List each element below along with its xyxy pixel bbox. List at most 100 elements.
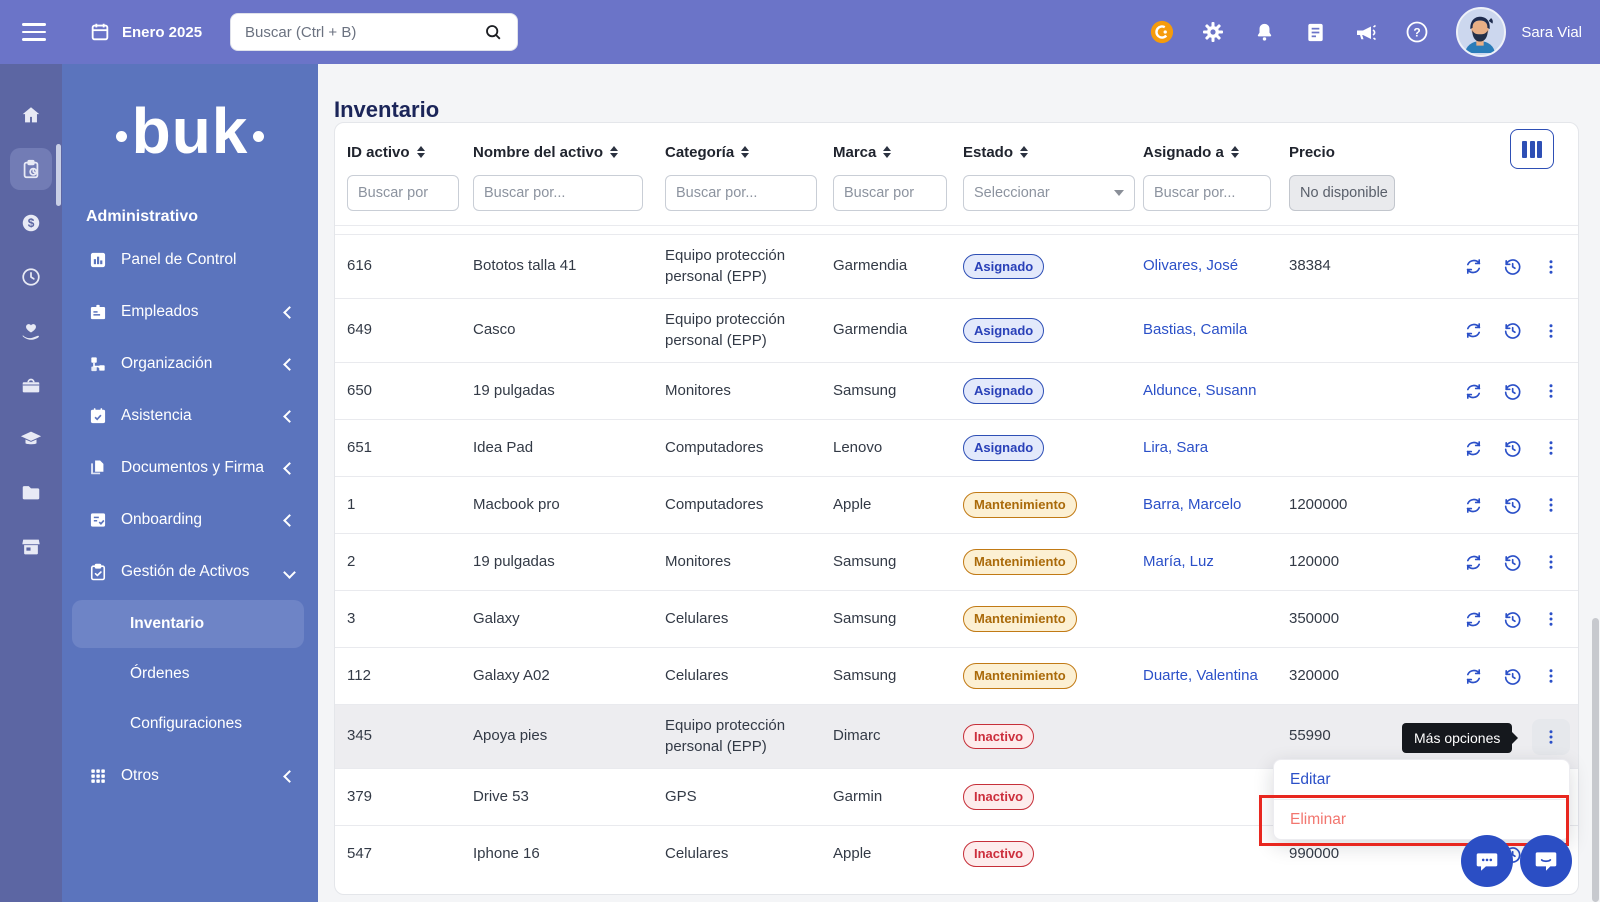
table-row: 1 Macbook pro Computadores Apple Mantenimien… <box>335 476 1578 533</box>
news-icon[interactable] <box>1303 20 1327 44</box>
announcements-icon[interactable] <box>1354 20 1378 44</box>
sort-icon[interactable] <box>741 145 750 159</box>
sidebar-item-empleados[interactable]: Empleados <box>62 286 318 338</box>
sidebar-item-asistencia[interactable]: Asistencia <box>62 390 318 442</box>
more-options-icon[interactable] <box>1540 726 1562 748</box>
documents-icon <box>88 458 108 478</box>
column-settings-button[interactable] <box>1510 129 1554 169</box>
files-folder-icon[interactable] <box>10 472 52 514</box>
payroll-dollar-icon[interactable]: $ <box>10 202 52 244</box>
column-header-label: Estado <box>963 143 1014 161</box>
whats-new-icon[interactable] <box>1150 20 1174 44</box>
period-selector[interactable]: Enero 2025 <box>88 20 202 44</box>
sidebar-item-label: Otros <box>121 767 159 785</box>
more-options-icon[interactable] <box>1540 665 1562 687</box>
history-icon[interactable] <box>1501 551 1523 573</box>
search-input[interactable] <box>243 22 482 42</box>
history-icon[interactable] <box>1501 665 1523 687</box>
wellness-hand-heart-icon[interactable] <box>10 310 52 352</box>
sidebar-item-documentos-y-firma[interactable]: Documentos y Firma <box>62 442 318 494</box>
home-icon[interactable] <box>10 94 52 136</box>
status-badge: Asignado <box>963 378 1045 404</box>
history-icon[interactable] <box>1501 380 1523 402</box>
sidebar-subitem-inventario[interactable]: Inventario <box>72 600 304 649</box>
sidebar-subitem-configuraciones[interactable]: Configuraciones <box>72 700 304 748</box>
filter-input-0[interactable] <box>347 175 459 211</box>
settings-icon[interactable] <box>1201 20 1225 44</box>
more-options-icon[interactable] <box>1540 437 1562 459</box>
sort-icon[interactable] <box>416 145 425 159</box>
help-icon[interactable]: ? <box>1405 20 1429 44</box>
notifications-icon[interactable] <box>1252 20 1276 44</box>
column-header-marca[interactable]: Marca <box>833 139 963 165</box>
filter-input-5[interactable] <box>1143 175 1271 211</box>
panel-icon <box>88 250 108 270</box>
reassign-icon[interactable] <box>1462 256 1484 278</box>
assignee-link[interactable]: Barra, Marcelo <box>1143 496 1241 513</box>
column-header-nombre-del-activo[interactable]: Nombre del activo <box>473 139 665 165</box>
column-header-categor-a[interactable]: Categoría <box>665 139 833 165</box>
sort-icon[interactable] <box>1230 145 1239 159</box>
reassign-icon[interactable] <box>1462 320 1484 342</box>
chat-message-button[interactable] <box>1520 835 1572 887</box>
assignee-link[interactable]: Olivares, José <box>1143 257 1238 274</box>
more-options-icon[interactable] <box>1540 494 1562 516</box>
hamburger-menu-icon[interactable] <box>22 23 46 41</box>
user-avatar[interactable] <box>1456 7 1507 57</box>
sidebar-item-onboarding[interactable]: Onboarding <box>62 494 318 546</box>
table-row: 112 Galaxy A02 Celulares Samsung Mantenimien… <box>335 647 1578 704</box>
more-options-icon[interactable] <box>1540 608 1562 630</box>
filter-input-2[interactable] <box>665 175 817 211</box>
reassign-icon[interactable] <box>1462 665 1484 687</box>
reassign-icon[interactable] <box>1462 608 1484 630</box>
marketplace-store-icon[interactable] <box>10 526 52 568</box>
reassign-icon[interactable] <box>1462 494 1484 516</box>
sort-icon[interactable] <box>610 145 619 159</box>
filter-input-3[interactable] <box>833 175 947 211</box>
assignee-link[interactable]: Aldunce, Susann <box>1143 382 1256 399</box>
cell-brand: Garmendia <box>833 321 908 339</box>
more-options-button-hovered[interactable] <box>1532 718 1570 755</box>
search-icon[interactable] <box>481 20 505 44</box>
column-header-asignado-a[interactable]: Asignado a <box>1143 139 1289 165</box>
column-header-label: Precio <box>1289 143 1335 161</box>
history-icon[interactable] <box>1501 437 1523 459</box>
time-clock-icon[interactable] <box>10 256 52 298</box>
more-options-icon[interactable] <box>1540 256 1562 278</box>
sidebar-item-otros[interactable]: Otros <box>62 750 318 802</box>
sort-icon[interactable] <box>1020 145 1029 159</box>
assignee-link[interactable]: Lira, Sara <box>1143 439 1208 456</box>
sidebar-item-gesti-n-de-activos[interactable]: Gestión de Activos <box>62 546 318 598</box>
sidebar-subitem--rdenes[interactable]: Órdenes <box>72 650 304 698</box>
chat-bubble-button[interactable] <box>1461 835 1513 887</box>
training-graduation-icon[interactable] <box>10 418 52 460</box>
more-options-icon[interactable] <box>1540 320 1562 342</box>
cell-category: Monitores <box>665 552 731 570</box>
benefits-box-icon[interactable] <box>10 364 52 406</box>
sidebar-item-organizaci-n[interactable]: Organización <box>62 338 318 390</box>
menu-item-editar[interactable]: Editar <box>1274 760 1569 799</box>
history-icon[interactable] <box>1501 608 1523 630</box>
user-name[interactable]: Sara Vial <box>1521 24 1582 41</box>
assignee-link[interactable]: Duarte, Valentina <box>1143 667 1258 684</box>
history-icon[interactable] <box>1501 256 1523 278</box>
more-options-icon[interactable] <box>1540 380 1562 402</box>
column-header-estado[interactable]: Estado <box>963 139 1143 165</box>
assignee-link[interactable]: María, Luz <box>1143 553 1214 570</box>
reassign-icon[interactable] <box>1462 380 1484 402</box>
sort-icon[interactable] <box>883 145 892 159</box>
assets-clipboard-icon[interactable] <box>10 148 52 190</box>
assignee-link[interactable]: Bastias, Camila <box>1143 321 1247 338</box>
history-icon[interactable] <box>1501 320 1523 342</box>
column-header-id-activo[interactable]: ID activo <box>347 139 473 165</box>
topbar: Enero 2025 ? Sara Vial <box>0 0 1600 64</box>
filter-input-1[interactable] <box>473 175 643 211</box>
page-scrollbar[interactable] <box>1592 618 1599 902</box>
more-options-icon[interactable] <box>1540 551 1562 573</box>
reassign-icon[interactable] <box>1462 437 1484 459</box>
history-icon[interactable] <box>1501 494 1523 516</box>
cell-status: Asignado <box>963 435 1143 461</box>
sidebar-item-panel-de-control[interactable]: Panel de Control <box>62 234 318 286</box>
estado-filter-select[interactable]: Seleccionar <box>963 175 1135 211</box>
reassign-icon[interactable] <box>1462 551 1484 573</box>
